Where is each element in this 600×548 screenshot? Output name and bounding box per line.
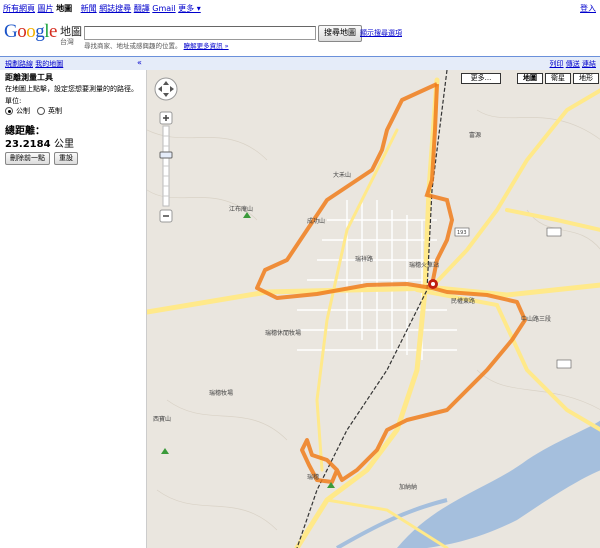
- logo-letter: o: [26, 21, 36, 42]
- map-label: 民權東路: [451, 298, 476, 305]
- map-type-terrain[interactable]: 地形: [573, 73, 599, 84]
- send-link[interactable]: 傳送: [566, 60, 580, 68]
- total-distance-value: 23.2184: [5, 139, 51, 150]
- map-label: 成功山: [307, 218, 326, 225]
- measured-route-path-north: [424, 83, 455, 281]
- logo-letter: e: [49, 21, 57, 42]
- logo-region: 台灣: [60, 38, 74, 46]
- reset-button[interactable]: 重設: [54, 152, 78, 165]
- my-maps-link[interactable]: 我的地圖: [35, 60, 63, 68]
- pan-zoom-svg[interactable]: [153, 76, 179, 226]
- metric-radio[interactable]: [5, 107, 13, 115]
- map-label: 瑞穗牧場: [209, 390, 234, 397]
- map-type-map[interactable]: 地圖: [517, 73, 543, 84]
- units-label: 單位:: [5, 97, 22, 105]
- nav-link-all[interactable]: 所有網頁: [3, 4, 35, 13]
- map-label: 西寶山: [153, 416, 172, 423]
- river-shape: [397, 420, 600, 548]
- nav-link-maps: 地圖: [56, 4, 73, 13]
- map-label: 瑞祥路: [355, 256, 374, 263]
- nav-link-gmail[interactable]: Gmail: [152, 4, 175, 13]
- distance-tool-panel: 距離測量工具 在地圖上點擊，設定您想要測量的的路徑。 單位: 公制 英制 總距離…: [0, 70, 145, 548]
- search-input[interactable]: [84, 26, 316, 40]
- signin-link[interactable]: 登入: [580, 4, 596, 13]
- top-right-links: 登入: [580, 3, 596, 14]
- map-label: 大禾山: [333, 172, 352, 179]
- metric-label: 公制: [16, 107, 30, 115]
- panel-title: 距離測量工具: [5, 73, 53, 82]
- panel-buttons: 刪除前一點 重設: [5, 152, 78, 165]
- nav-link-more[interactable]: 更多 ▾: [178, 4, 201, 13]
- top-nav-bar: 所有網頁 圖片 地圖 新聞 網誌搜尋 翻譯 Gmail 更多 ▾ 登入: [0, 0, 600, 16]
- delete-last-point-button[interactable]: 刪除前一點: [5, 152, 50, 165]
- collapse-panel-button[interactable]: «: [137, 58, 142, 67]
- map-canvas[interactable]: 更多... 地圖 衛星 地形 江布庵山 瑞穗火車站 中山路三段 民權東路 成功山…: [146, 70, 600, 548]
- imperial-radio[interactable]: [37, 107, 45, 115]
- map-label: 加納納: [399, 484, 418, 491]
- link-link[interactable]: 連結: [582, 60, 596, 68]
- map-label: 富源: [469, 132, 482, 139]
- toolbar-left-links: 規劃路線 我的地圖: [5, 59, 63, 69]
- toolbar-right-links: 列印 傳送 連結: [550, 59, 596, 69]
- map-toolbar: 規劃路線 我的地圖 « 列印 傳送 連結: [0, 56, 600, 70]
- search-options-link[interactable]: 顯示搜尋選項: [360, 28, 402, 38]
- panel-instruction: 在地圖上點擊，設定您想要測量的的路徑。: [5, 85, 138, 93]
- map-label: 瑞穗: [307, 474, 320, 481]
- logo-letter: o: [17, 21, 27, 42]
- nav-link-blogsearch[interactable]: 網誌搜尋: [99, 4, 131, 13]
- route-shield-label: 193: [457, 230, 467, 236]
- print-link[interactable]: 列印: [550, 60, 564, 68]
- nav-link-translate[interactable]: 翻譯: [134, 4, 150, 13]
- nav-link-images[interactable]: 圖片: [38, 4, 54, 13]
- nav-link-news[interactable]: 新聞: [81, 4, 97, 13]
- search-hint: 尋找商家、地址或感興趣的位置。 瞭解更多資訊 »: [84, 40, 229, 50]
- imperial-label: 英制: [48, 107, 62, 115]
- google-logo[interactable]: Google: [4, 21, 57, 43]
- learn-more-link[interactable]: 瞭解更多資訊 »: [184, 42, 229, 50]
- logo-letter: G: [4, 21, 18, 42]
- station-marker: [428, 279, 438, 289]
- total-distance: 23.2184 公里: [5, 135, 74, 150]
- map-type-selector: 地圖 衛星 地形: [515, 73, 599, 84]
- total-distance-unit: 公里: [54, 139, 75, 150]
- search-hint-text: 尋找商家、地址或感興趣的位置。: [84, 42, 182, 50]
- map-label: 江布庵山: [229, 206, 254, 213]
- search-maps-button[interactable]: 搜尋地圖: [318, 25, 362, 42]
- map-label: 中山路三段: [521, 316, 552, 323]
- unit-radio-group: 公制 英制: [5, 106, 62, 116]
- map-label: 瑞穗火車站: [409, 262, 440, 269]
- more-layers-button[interactable]: 更多...: [461, 73, 501, 84]
- map-type-satellite[interactable]: 衛星: [545, 73, 571, 84]
- header: Google 地圖 台灣 搜尋地圖 顯示搜尋選項 尋找商家、地址或感興趣的位置。…: [0, 16, 600, 52]
- top-nav-links: 所有網頁 圖片 地圖 新聞 網誌搜尋 翻譯 Gmail 更多 ▾: [3, 3, 201, 14]
- logo-letter: g: [35, 21, 45, 42]
- map-graphics: [147, 70, 600, 548]
- directions-link[interactable]: 規劃路線: [5, 60, 33, 68]
- map-label: 瑞穗休閒牧場: [265, 330, 302, 337]
